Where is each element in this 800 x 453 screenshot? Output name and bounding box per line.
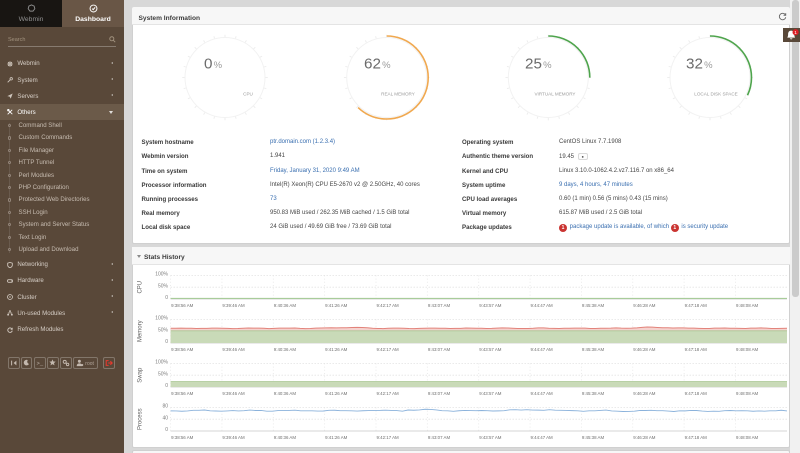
svg-text:VIRTUAL MEMORY: VIRTUAL MEMORY bbox=[534, 91, 575, 96]
svg-text:0%: 0% bbox=[204, 56, 223, 73]
svg-text:32%: 32% bbox=[686, 56, 713, 73]
svg-text:CPU: CPU bbox=[243, 91, 253, 96]
svg-text:62%: 62% bbox=[364, 56, 391, 73]
svg-text:REAL MEMORY: REAL MEMORY bbox=[381, 91, 415, 96]
svg-text:1: 1 bbox=[794, 30, 797, 36]
svg-text:25%: 25% bbox=[525, 56, 552, 73]
svg-text:LOCAL DISK SPACE: LOCAL DISK SPACE bbox=[694, 91, 737, 96]
